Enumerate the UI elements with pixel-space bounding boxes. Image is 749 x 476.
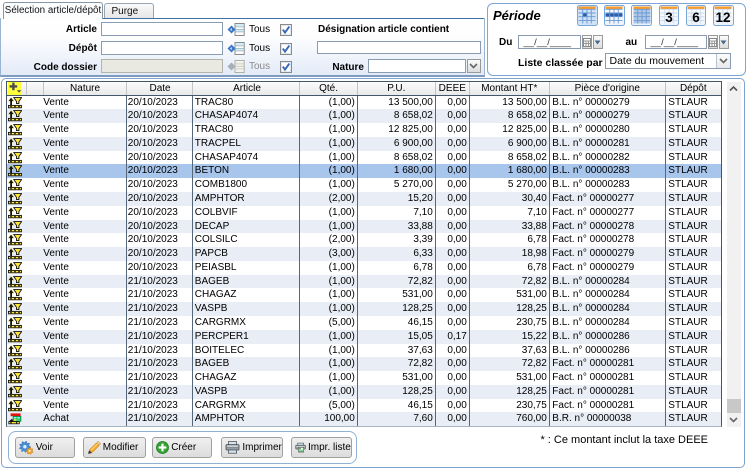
svg-text:3: 3 [665,10,673,24]
svg-text:12: 12 [716,10,731,24]
svg-text:6: 6 [692,10,700,24]
